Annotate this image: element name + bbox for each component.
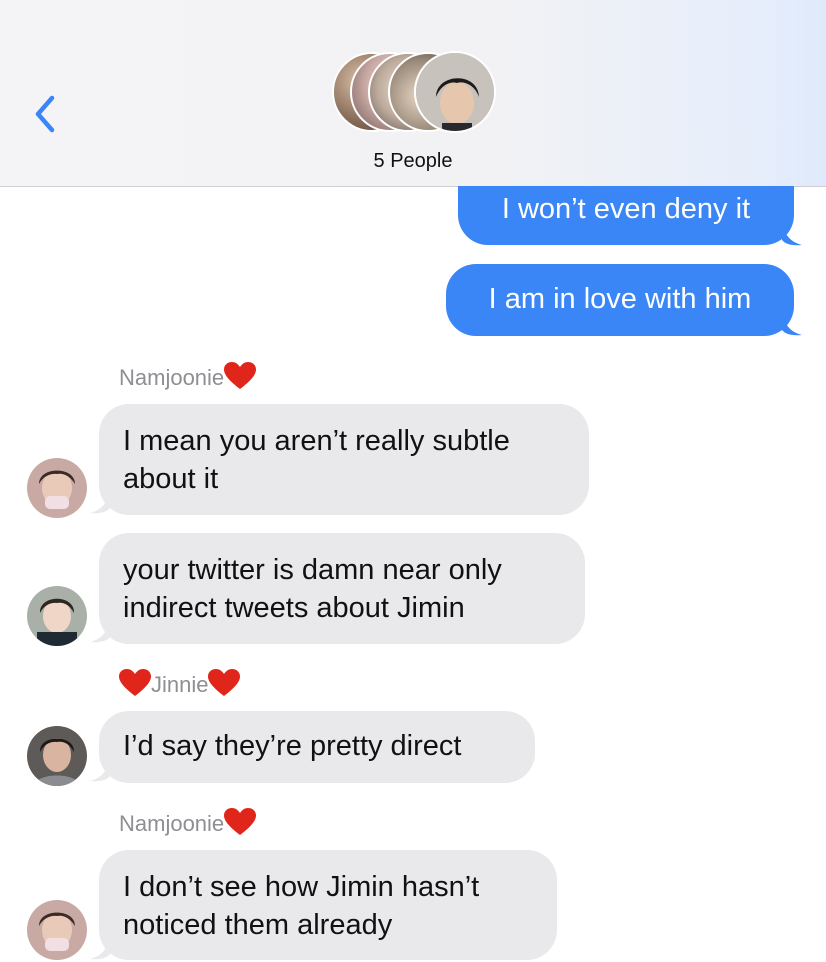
incoming-message-bubble[interactable]: I’d say they’re pretty direct	[99, 711, 535, 783]
group-participant-count[interactable]: 5 People	[0, 150, 826, 173]
conversation-header: 5 People	[0, 0, 826, 187]
heart-emoji-icon	[224, 808, 257, 835]
group-member-avatar	[414, 51, 496, 133]
sender-name-label: Jinnie	[151, 672, 209, 697]
bubble-tail-icon	[90, 758, 110, 782]
message-text: I won’t even deny it	[501, 193, 751, 225]
heart-emoji-icon	[119, 669, 151, 696]
incoming-message-bubble[interactable]: I don’t see how Jimin hasn’t noticed the…	[99, 850, 557, 960]
sender-name-label: Namjoonie	[119, 811, 225, 836]
heart-emoji-icon	[208, 669, 241, 696]
bubble-tail-icon	[90, 936, 110, 960]
message-text: your twitter is damn near only indirect …	[123, 554, 502, 624]
message-text: I don’t see how Jimin hasn’t noticed the…	[123, 871, 480, 941]
outgoing-message-bubble[interactable]: I won’t even deny it	[458, 186, 794, 245]
sender-name: Jinnie	[119, 669, 241, 699]
sender-avatar[interactable]	[27, 586, 87, 646]
sender-name: Namjoonie	[119, 808, 257, 838]
bubble-tail-icon	[90, 490, 110, 514]
bubble-tail-icon	[90, 619, 110, 643]
message-text: I mean you aren’t really subtle about it	[123, 425, 510, 495]
outgoing-message-bubble[interactable]: I am in love with him	[446, 264, 794, 336]
message-text: I’d say they’re pretty direct	[123, 730, 462, 762]
incoming-message-bubble[interactable]: I mean you aren’t really subtle about it	[99, 404, 589, 515]
sender-avatar[interactable]	[27, 726, 87, 786]
back-button[interactable]	[28, 92, 68, 140]
message-text: I am in love with him	[488, 283, 752, 315]
sender-name: Namjoonie	[119, 362, 257, 392]
group-avatar-stack[interactable]	[332, 51, 496, 136]
heart-emoji-icon	[224, 362, 257, 389]
bubble-tail-icon	[782, 222, 802, 246]
chevron-left-icon	[35, 95, 55, 133]
sender-name-label: Namjoonie	[119, 365, 225, 390]
sender-avatar[interactable]	[27, 458, 87, 518]
incoming-message-bubble[interactable]: your twitter is damn near only indirect …	[99, 533, 585, 644]
sender-avatar[interactable]	[27, 900, 87, 960]
bubble-tail-icon	[782, 312, 802, 336]
